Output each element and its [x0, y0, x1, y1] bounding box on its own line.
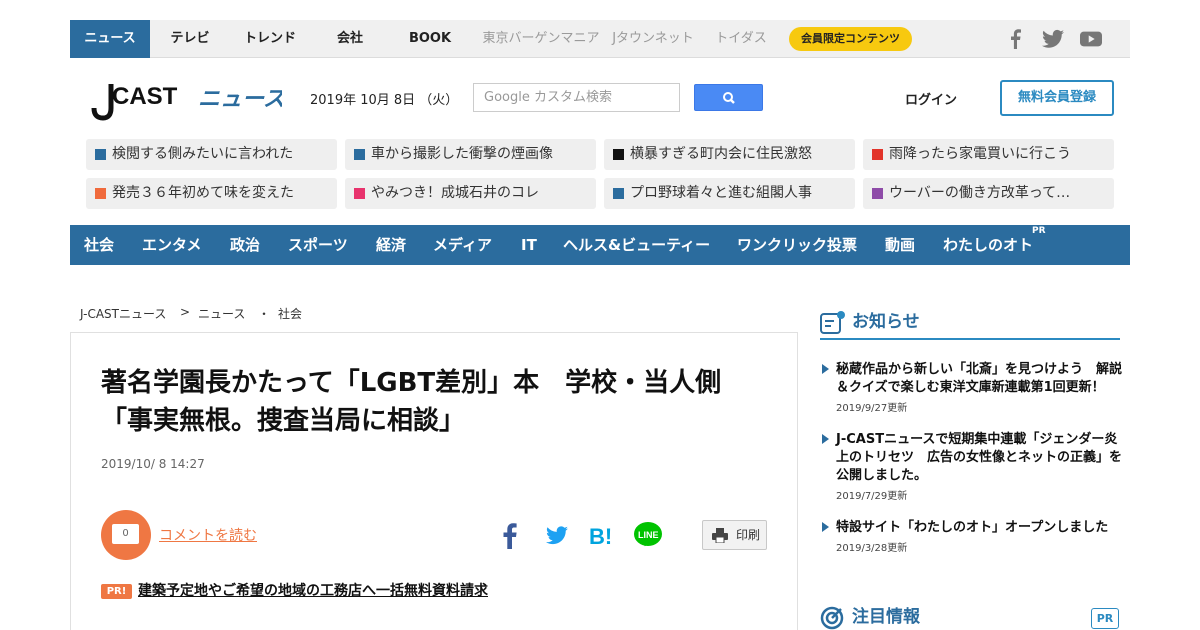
bullet-square-icon — [354, 149, 365, 160]
top-nav-toidasu[interactable]: トイダス — [710, 20, 772, 58]
category-society[interactable]: 社会 — [84, 225, 114, 265]
bullet-square-icon — [872, 188, 883, 199]
pr-link[interactable]: 建築予定地やご希望の地域の工務店へ一括無料資料請求 — [138, 580, 488, 600]
svg-text:B!: B! — [589, 524, 612, 549]
breadcrumb-separator: > — [180, 305, 191, 319]
notice-icon — [820, 311, 845, 334]
read-comments-link[interactable]: コメントを読む — [159, 525, 257, 545]
top-nav-news[interactable]: ニュース — [70, 20, 150, 58]
bullet-square-icon — [95, 149, 106, 160]
headline-item[interactable]: 横暴すぎる町内会に住民激怒 — [604, 139, 855, 170]
svg-text:LINE: LINE — [638, 530, 659, 540]
news-section-title: お知らせ — [852, 312, 920, 332]
register-button[interactable]: 無料会員登録 — [1000, 80, 1114, 116]
pr-badge: PR! — [101, 584, 132, 599]
top-nav-jtown[interactable]: Jタウンネット — [610, 20, 696, 58]
news-list-item[interactable]: J-CASTニュースで短期集中連載「ジェンダー炎上のトリセツ 広告の女性像とネッ… — [822, 431, 1122, 502]
search-icon — [723, 92, 735, 104]
print-label: 印刷 — [736, 528, 761, 542]
print-button[interactable]: 印刷 — [702, 520, 767, 550]
category-health-beauty[interactable]: ヘルス&ビューティー — [563, 225, 710, 265]
category-economy[interactable]: 経済 — [376, 225, 406, 265]
arrow-right-icon — [822, 522, 829, 532]
headline-item[interactable]: プロ野球着々と進む組閣人事 — [604, 178, 855, 209]
youtube-icon[interactable] — [1080, 29, 1102, 49]
hatena-bookmark-icon[interactable]: B! — [586, 519, 618, 551]
bullet-square-icon — [354, 188, 365, 199]
top-nav: ニュース テレビ トレンド 会社 BOOK 東京バーゲンマニア Jタウンネット … — [70, 20, 1130, 58]
jcast-news-logo[interactable]: CAST ニュース — [86, 80, 282, 122]
headline-item[interactable]: 発売３６年初めて味を変えた — [86, 178, 337, 209]
breadcrumb-separator: ・ — [258, 307, 271, 321]
category-media[interactable]: メディア — [433, 225, 492, 265]
category-one-click-vote[interactable]: ワンクリック投票 — [737, 225, 857, 265]
article-title: 著名学園長かたって「LGBT差別」本 学校・当人側「事実無根。捜査当局に相談」 — [101, 368, 722, 436]
comment-count: 0 — [112, 524, 139, 544]
category-video[interactable]: 動画 — [885, 225, 915, 265]
current-date: 2019年 10月 8日 （火） — [310, 93, 459, 108]
category-politics[interactable]: 政治 — [230, 225, 260, 265]
category-nav: 社会 エンタメ 政治 スポーツ 経済 メディア IT ヘルス&ビューティー ワン… — [70, 225, 1130, 265]
breadcrumb-category[interactable]: 社会 — [278, 305, 302, 322]
headline-item[interactable]: 検閲する側みたいに言われた — [86, 139, 337, 170]
breadcrumb-news[interactable]: ニュース — [198, 305, 245, 322]
bullet-square-icon — [613, 188, 624, 199]
news-list-item[interactable]: 秘蔵作品から新しい「北斎」を見つけよう 解説＆クイズで楽しむ東洋文庫新連載第1回… — [822, 361, 1122, 414]
headline-item[interactable]: やみつき！成城石井のコレ — [345, 178, 596, 209]
category-pr-label: PR — [1032, 226, 1046, 236]
printer-icon — [712, 528, 728, 543]
top-nav-trend[interactable]: トレンド — [233, 20, 307, 58]
category-it[interactable]: IT — [521, 225, 537, 265]
news-section-header: お知らせ — [820, 310, 1120, 340]
headline-item[interactable]: 雨降ったら家電買いに行こう — [863, 139, 1114, 170]
category-entame[interactable]: エンタメ — [142, 225, 202, 265]
member-content-button[interactable]: 会員限定コンテンツ — [789, 27, 912, 51]
top-nav-book[interactable]: BOOK — [392, 20, 468, 58]
bullet-square-icon — [613, 149, 624, 160]
top-nav-bargain[interactable]: 東京バーゲンマニア — [478, 20, 604, 58]
category-watashi-no-oto[interactable]: わたしのオト — [943, 225, 1033, 265]
search-button[interactable] — [694, 84, 763, 111]
headline-item[interactable]: 車から撮影した衝撃の煙画像 — [345, 139, 596, 170]
featured-section-title: 注目情報 — [852, 607, 920, 627]
arrow-right-icon — [822, 364, 829, 374]
twitter-icon[interactable] — [1042, 29, 1064, 49]
line-share-icon[interactable]: LINE — [632, 519, 664, 551]
login-link[interactable]: ログイン — [905, 89, 957, 108]
facebook-icon[interactable] — [1008, 29, 1022, 49]
search-input[interactable]: Google カスタム検索 — [473, 83, 680, 112]
featured-pr-badge: PR — [1091, 608, 1119, 629]
arrow-right-icon — [822, 434, 829, 444]
breadcrumb-home[interactable]: J-CASTニュース — [80, 305, 166, 322]
svg-text:ニュース: ニュース — [198, 87, 282, 112]
twitter-share-icon[interactable] — [540, 519, 572, 551]
article-date: 2019/10/ 8 14:27 — [101, 457, 205, 471]
top-nav-tv[interactable]: テレビ — [154, 20, 226, 58]
bullet-square-icon — [95, 188, 106, 199]
headline-item[interactable]: ウーバーの働き方改革って… — [863, 178, 1114, 209]
featured-section-header: 注目情報 — [820, 605, 1120, 630]
category-sports[interactable]: スポーツ — [288, 225, 348, 265]
news-list-item[interactable]: 特設サイト「わたしのオト」オープンしました 2019/3/28更新 — [822, 519, 1122, 554]
svg-text:CAST: CAST — [112, 83, 178, 110]
facebook-share-icon[interactable] — [494, 519, 526, 551]
bullet-square-icon — [872, 149, 883, 160]
top-nav-company[interactable]: 会社 — [315, 20, 385, 58]
target-icon — [820, 606, 844, 630]
